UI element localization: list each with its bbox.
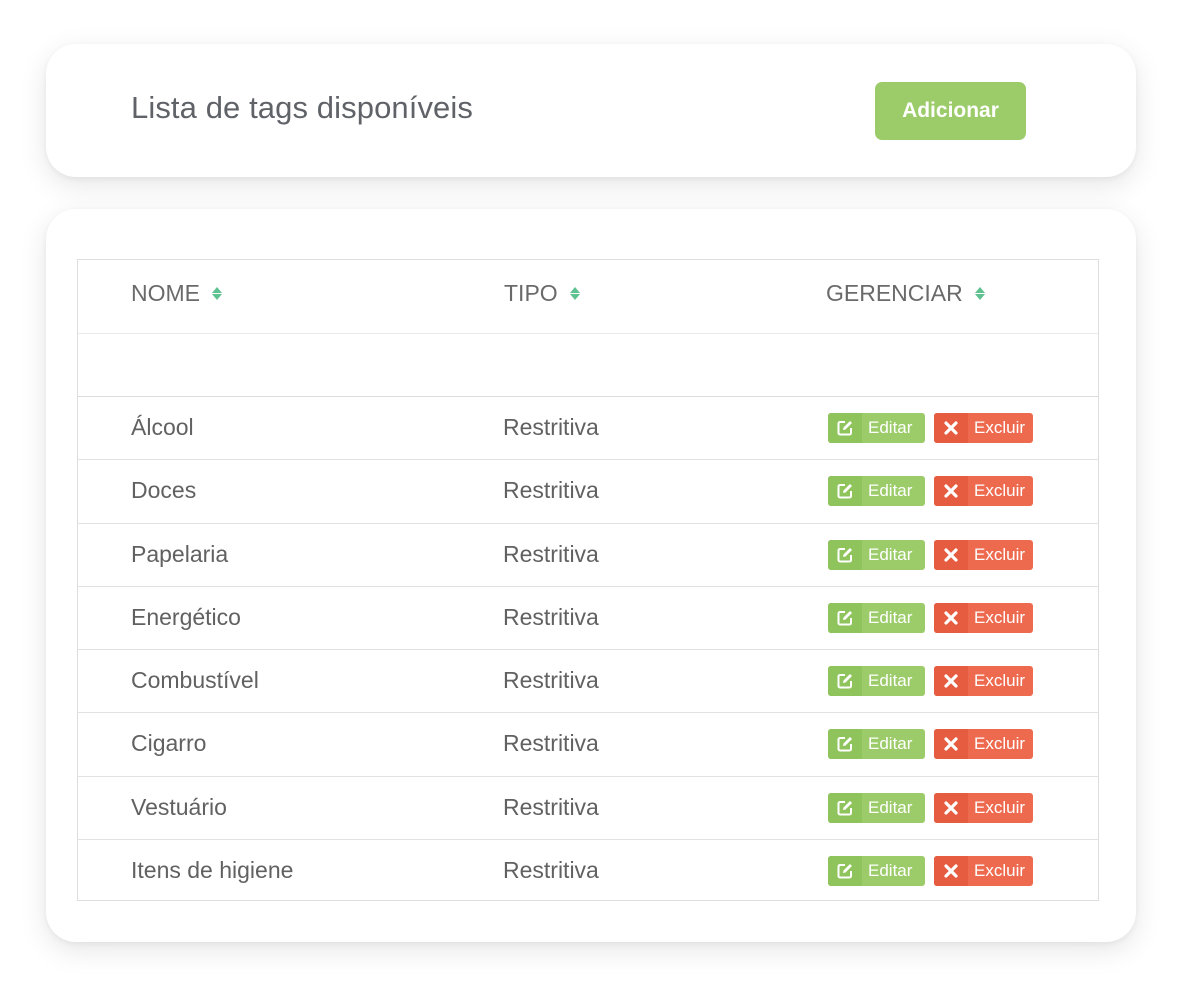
close-icon bbox=[934, 539, 968, 570]
row-actions: Editar Excluir bbox=[828, 666, 1033, 696]
edit-icon bbox=[828, 539, 862, 570]
delete-button[interactable]: Excluir bbox=[934, 413, 1033, 443]
row-actions: Editar Excluir bbox=[828, 855, 1033, 886]
tag-type: Restritiva bbox=[503, 856, 599, 883]
table-header: NOME TIPO GERENCIAR bbox=[78, 260, 1098, 334]
tag-name: Itens de higiene bbox=[131, 856, 294, 883]
column-header-name-label: NOME bbox=[131, 280, 200, 306]
edit-button-label: Editar bbox=[868, 544, 913, 564]
close-icon bbox=[934, 729, 968, 760]
empty-row bbox=[78, 334, 1098, 397]
row-actions: Editar Excluir bbox=[828, 792, 1033, 823]
tag-type: Restritiva bbox=[503, 540, 599, 567]
edit-button[interactable]: Editar bbox=[828, 602, 925, 633]
table-row: Combustível Restritiva Editar Excluir bbox=[78, 650, 1098, 714]
close-icon bbox=[934, 855, 968, 886]
edit-button[interactable]: Editar bbox=[828, 666, 925, 696]
table-card: NOME TIPO GERENCIAR Álcool Restritiva Ed… bbox=[46, 209, 1136, 942]
tag-name: Cigarro bbox=[131, 730, 207, 757]
edit-icon bbox=[828, 666, 862, 696]
edit-button-label: Editar bbox=[868, 860, 913, 880]
header-card: Lista de tags disponíveis Adicionar bbox=[46, 44, 1136, 177]
tag-name: Vestuário bbox=[131, 793, 227, 820]
table-row: Cigarro Restritiva Editar Excluir bbox=[78, 713, 1098, 777]
column-header-type-label: TIPO bbox=[504, 280, 558, 306]
close-icon bbox=[934, 602, 968, 633]
row-actions: Editar Excluir bbox=[828, 476, 1033, 507]
delete-button-label: Excluir bbox=[974, 860, 1026, 880]
table-row: Doces Restritiva Editar Excluir bbox=[78, 460, 1098, 524]
close-icon bbox=[934, 792, 968, 823]
column-header-manage-label: GERENCIAR bbox=[826, 280, 963, 306]
delete-button-label: Excluir bbox=[974, 671, 1026, 690]
edit-button[interactable]: Editar bbox=[828, 855, 925, 886]
delete-button-label: Excluir bbox=[974, 797, 1026, 817]
tag-type: Restritiva bbox=[503, 477, 599, 504]
delete-button-label: Excluir bbox=[974, 481, 1026, 501]
close-icon bbox=[934, 666, 968, 696]
edit-button-label: Editar bbox=[868, 671, 913, 690]
edit-button[interactable]: Editar bbox=[828, 539, 925, 570]
edit-icon bbox=[828, 476, 862, 507]
tag-type: Restritiva bbox=[503, 667, 599, 693]
row-actions: Editar Excluir bbox=[828, 413, 1033, 443]
sort-icon[interactable] bbox=[212, 287, 222, 300]
column-header-name[interactable]: NOME bbox=[131, 280, 222, 307]
edit-button-label: Editar bbox=[868, 734, 913, 754]
close-icon bbox=[934, 413, 968, 443]
column-header-manage[interactable]: GERENCIAR bbox=[826, 280, 985, 307]
delete-button[interactable]: Excluir bbox=[934, 602, 1033, 633]
delete-button-label: Excluir bbox=[974, 607, 1026, 627]
edit-icon bbox=[828, 413, 862, 443]
delete-button[interactable]: Excluir bbox=[934, 792, 1033, 823]
table-row: Vestuário Restritiva Editar Excluir bbox=[78, 777, 1098, 840]
delete-button-label: Excluir bbox=[974, 418, 1026, 437]
edit-button[interactable]: Editar bbox=[828, 792, 925, 823]
tags-table: NOME TIPO GERENCIAR Álcool Restritiva Ed… bbox=[77, 259, 1099, 901]
delete-button[interactable]: Excluir bbox=[934, 539, 1033, 570]
table-body: Álcool Restritiva Editar Excluir Doces R… bbox=[78, 397, 1098, 903]
edit-icon bbox=[828, 602, 862, 633]
delete-button[interactable]: Excluir bbox=[934, 476, 1033, 507]
edit-button-label: Editar bbox=[868, 607, 913, 627]
edit-button[interactable]: Editar bbox=[828, 476, 925, 507]
edit-icon bbox=[828, 729, 862, 760]
edit-button[interactable]: Editar bbox=[828, 413, 925, 443]
tag-name: Álcool bbox=[131, 414, 194, 440]
table-row: Álcool Restritiva Editar Excluir bbox=[78, 397, 1098, 461]
delete-button[interactable]: Excluir bbox=[934, 729, 1033, 760]
page-title: Lista de tags disponíveis bbox=[131, 90, 473, 125]
table-row: Papelaria Restritiva Editar Excluir bbox=[78, 524, 1098, 587]
delete-button-label: Excluir bbox=[974, 734, 1026, 754]
tag-name: Combustível bbox=[131, 667, 259, 693]
tag-type: Restritiva bbox=[503, 414, 599, 440]
tag-type: Restritiva bbox=[503, 793, 599, 820]
table-row: Energético Restritiva Editar Excluir bbox=[78, 587, 1098, 650]
sort-icon[interactable] bbox=[974, 287, 985, 300]
tag-type: Restritiva bbox=[503, 730, 599, 757]
tag-type: Restritiva bbox=[503, 603, 599, 630]
tag-name: Energético bbox=[131, 603, 241, 630]
edit-icon bbox=[828, 855, 862, 886]
table-row: Itens de higiene Restritiva Editar Exclu… bbox=[78, 840, 1098, 903]
delete-button-label: Excluir bbox=[974, 544, 1026, 564]
edit-button-label: Editar bbox=[868, 481, 913, 501]
column-header-type[interactable]: TIPO bbox=[504, 280, 580, 307]
row-actions: Editar Excluir bbox=[828, 539, 1033, 570]
close-icon bbox=[934, 476, 968, 507]
delete-button[interactable]: Excluir bbox=[934, 666, 1033, 696]
row-actions: Editar Excluir bbox=[828, 602, 1033, 633]
edit-icon bbox=[828, 792, 862, 823]
row-actions: Editar Excluir bbox=[828, 729, 1033, 760]
edit-button[interactable]: Editar bbox=[828, 729, 925, 760]
edit-button-label: Editar bbox=[868, 418, 913, 437]
tag-name: Doces bbox=[131, 477, 197, 504]
add-button[interactable]: Adicionar bbox=[875, 82, 1026, 140]
delete-button[interactable]: Excluir bbox=[934, 855, 1033, 886]
edit-button-label: Editar bbox=[868, 797, 913, 817]
tag-name: Papelaria bbox=[131, 540, 229, 567]
sort-icon[interactable] bbox=[569, 287, 580, 300]
